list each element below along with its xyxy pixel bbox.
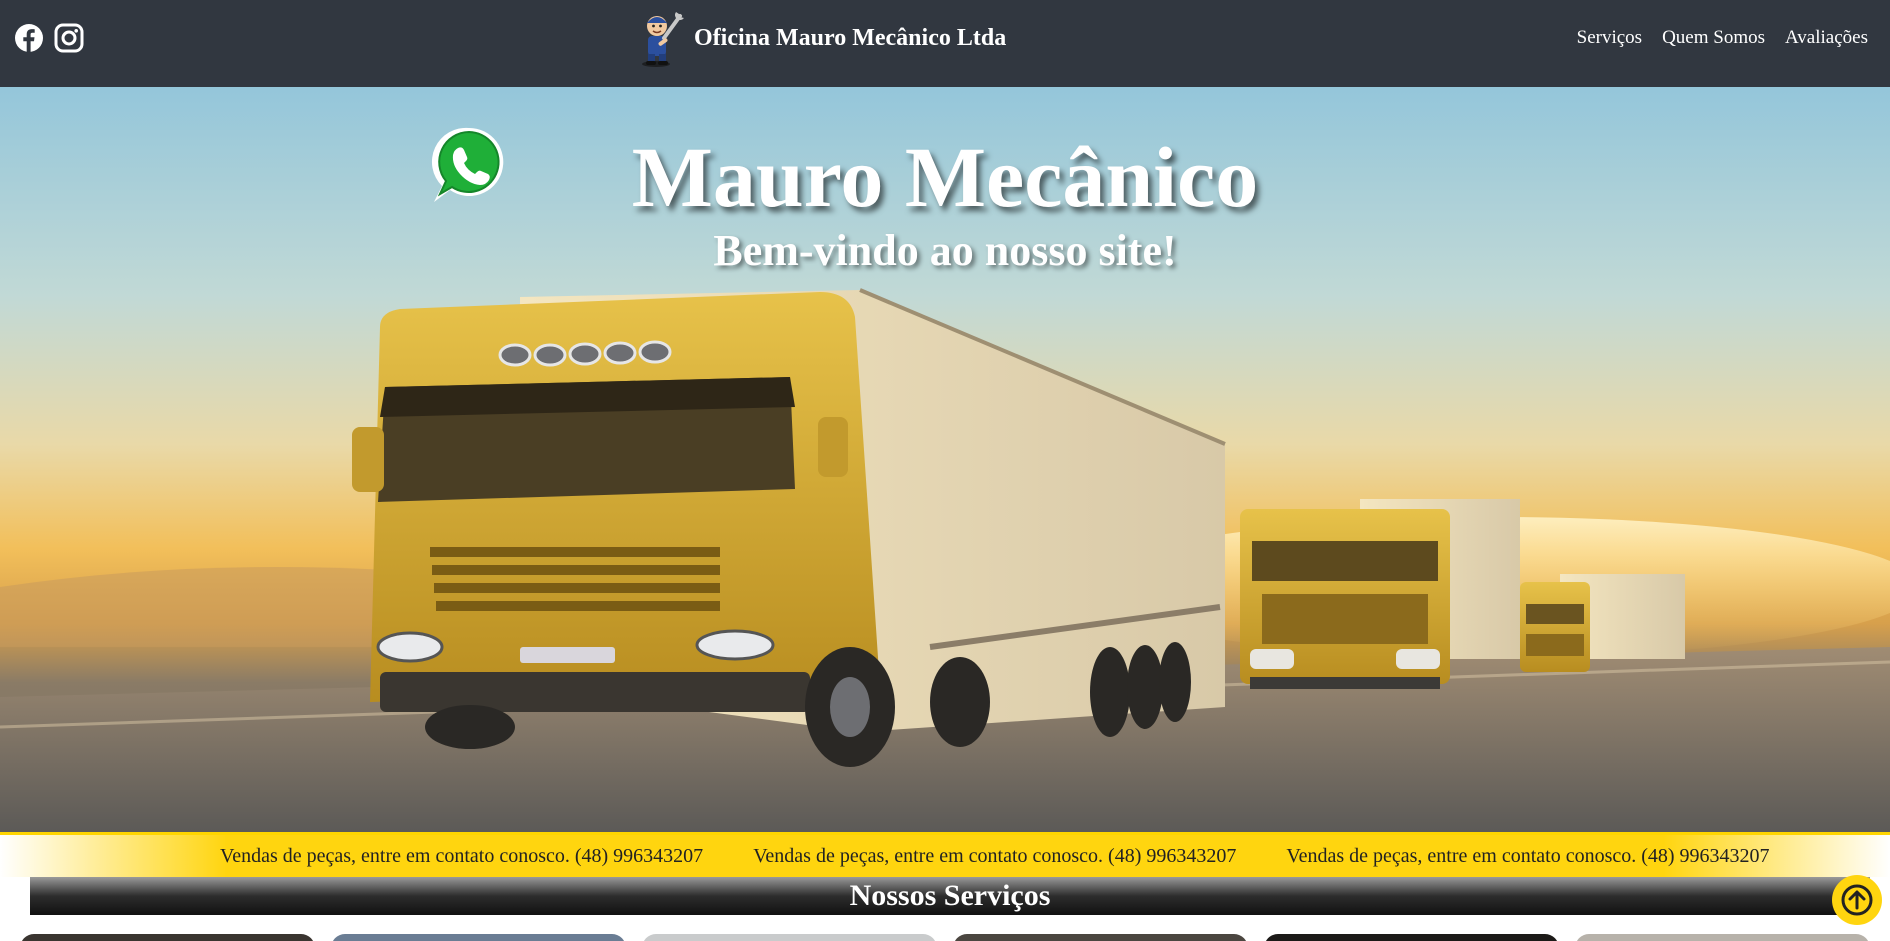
hero-title: Mauro Mecânico	[631, 129, 1259, 225]
brand-title: Oficina Mauro Mecânico Ltda	[694, 24, 1007, 51]
services-heading: Nossos Serviços	[30, 877, 1870, 915]
service-card[interactable]	[953, 934, 1248, 941]
social-links	[14, 23, 84, 53]
service-card[interactable]	[1575, 934, 1870, 941]
facebook-icon[interactable]	[14, 23, 44, 53]
service-cards	[20, 934, 1870, 941]
ticker-track: Vendas de peças, entre em contato conosc…	[220, 845, 1770, 868]
ticker-message: Vendas de peças, entre em contato conosc…	[1286, 845, 1770, 867]
nav-quem-somos[interactable]: Quem Somos	[1662, 27, 1765, 49]
hero-subtitle: Bem-vindo ao nosso site!	[713, 226, 1177, 275]
whatsapp-icon[interactable]	[430, 124, 508, 206]
ticker-message: Vendas de peças, entre em contato conosc…	[753, 845, 1237, 867]
contact-ticker: Vendas de peças, entre em contato conosc…	[0, 832, 1890, 877]
mechanic-logo-icon	[642, 12, 684, 67]
back-to-top-button[interactable]	[1832, 875, 1882, 925]
service-card[interactable]	[331, 934, 626, 941]
nav-avaliacoes[interactable]: Avaliações	[1785, 27, 1868, 49]
instagram-icon[interactable]	[54, 23, 84, 53]
ticker-message: Vendas de peças, entre em contato conosc…	[220, 845, 704, 867]
service-card[interactable]	[1264, 934, 1559, 941]
top-header: Oficina Mauro Mecânico Ltda Serviços Que…	[0, 0, 1890, 87]
main-nav: Serviços Quem Somos Avaliações	[1577, 27, 1868, 49]
arrow-up-circle-icon	[1841, 884, 1873, 916]
service-card[interactable]	[20, 934, 315, 941]
nav-servicos[interactable]: Serviços	[1577, 27, 1642, 49]
hero-banner: Mauro Mecânico Bem-vindo ao nosso site!	[0, 87, 1890, 832]
brand[interactable]: Oficina Mauro Mecânico Ltda	[634, 8, 1006, 68]
service-card[interactable]	[642, 934, 937, 941]
